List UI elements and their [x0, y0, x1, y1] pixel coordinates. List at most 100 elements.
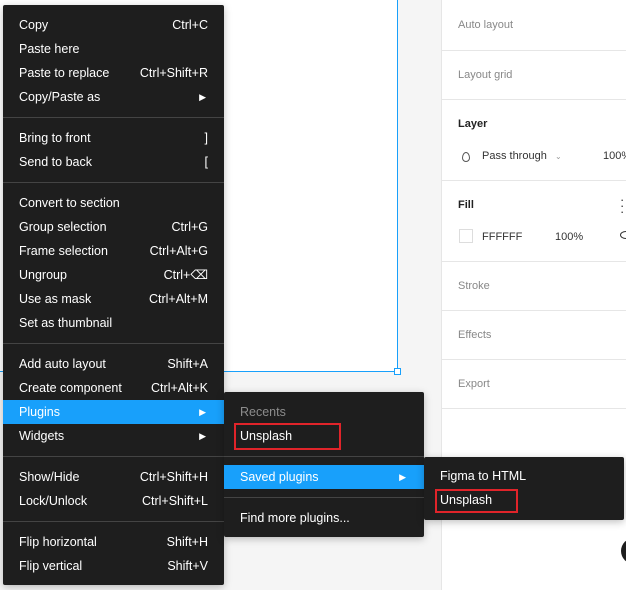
menu-item-shortcut: Shift+A	[167, 357, 208, 371]
menu-item-label: Flip vertical	[19, 559, 83, 573]
stroke-section[interactable]: Stroke	[442, 262, 626, 311]
menu-item-label: Send to back	[19, 155, 92, 169]
menu-item-shortcut: Shift+H	[166, 535, 208, 549]
menu-item-label: Set as thumbnail	[19, 316, 113, 330]
fill-hex-value[interactable]: FFFFFF	[482, 231, 522, 243]
submenu-arrow-icon: ▶	[199, 92, 206, 102]
blend-mode-select[interactable]: Pass through	[482, 150, 547, 162]
plugins-submenu: Recents Unsplash Saved plugins ▶ Find mo…	[224, 392, 424, 537]
menu-item-paste-here[interactable]: Paste here	[3, 37, 224, 61]
auto-layout-title: Auto layout	[458, 19, 514, 31]
menu-item-shortcut: Ctrl+Alt+G	[149, 244, 208, 258]
menu-item-lock-unlock[interactable]: Lock/Unlock Ctrl+Shift+L	[3, 489, 224, 513]
menu-item-frame-selection[interactable]: Frame selection Ctrl+Alt+G	[3, 239, 224, 263]
menu-item-saved-plugins[interactable]: Saved plugins ▶	[224, 465, 424, 489]
menu-item-label: Figma to HTML	[440, 469, 527, 483]
highlight-box	[234, 423, 341, 450]
more-vertical-icon[interactable]: · · ·	[620, 193, 624, 218]
export-title: Export	[458, 378, 490, 390]
menu-separator	[224, 497, 424, 498]
fill-section: Fill	[442, 181, 626, 262]
menu-item-label: Find more plugins...	[240, 511, 350, 525]
menu-item-label: Paste here	[19, 42, 80, 56]
menu-item-paste-to-replace[interactable]: Paste to replace Ctrl+Shift+R	[3, 61, 224, 85]
menu-item-label: Bring to front	[19, 131, 91, 145]
submenu-arrow-icon: ▶	[199, 407, 206, 417]
menu-item-shortcut: [	[204, 155, 208, 169]
menu-item-shortcut: Ctrl+Alt+M	[148, 292, 208, 306]
menu-item-label: Flip horizontal	[19, 535, 97, 549]
menu-item-group-selection[interactable]: Group selection Ctrl+G	[3, 215, 224, 239]
menu-item-label: Convert to section	[19, 196, 120, 210]
menu-item-copy-paste-as[interactable]: Copy/Paste as ▶	[3, 85, 224, 109]
menu-item-shortcut: Ctrl+Shift+L	[141, 494, 208, 508]
menu-item-label: Group selection	[19, 220, 107, 234]
menu-item-label: Lock/Unlock	[19, 494, 88, 508]
chevron-down-icon: ⌄	[555, 152, 562, 161]
menu-item-label: Show/Hide	[19, 470, 80, 484]
menu-item-label: Saved plugins	[240, 470, 319, 484]
effects-title: Effects	[458, 329, 492, 341]
menu-item-show-hide[interactable]: Show/Hide Ctrl+Shift+H	[3, 465, 224, 489]
menu-item-label: Copy	[19, 18, 49, 32]
menu-item-convert-to-section[interactable]: Convert to section	[3, 191, 224, 215]
menu-item-label: Widgets	[19, 429, 65, 443]
submenu-arrow-icon: ▶	[399, 472, 406, 482]
menu-item-use-as-mask[interactable]: Use as mask Ctrl+Alt+M	[3, 287, 224, 311]
layer-title: Layer	[458, 118, 488, 130]
menu-item-shortcut: Ctrl+C	[172, 18, 208, 32]
layout-grid-section[interactable]: Layout grid	[442, 51, 626, 100]
menu-item-label: Create component	[19, 381, 122, 395]
export-section[interactable]: Export	[442, 360, 626, 409]
menu-item-shortcut: Shift+V	[167, 559, 208, 573]
menu-item-find-more-plugins[interactable]: Find more plugins...	[224, 506, 424, 530]
stroke-title: Stroke	[458, 280, 490, 292]
recents-header: Recents	[240, 405, 286, 419]
menu-item-shortcut: Ctrl+Shift+R	[139, 66, 208, 80]
effects-section[interactable]: Effects	[442, 311, 626, 360]
plugin-figma-to-html[interactable]: Figma to HTML	[424, 464, 624, 488]
menu-item-label: Paste to replace	[19, 66, 110, 80]
submenu-arrow-icon: ▶	[199, 431, 206, 441]
menu-item-widgets[interactable]: Widgets ▶	[3, 424, 224, 448]
layer-opacity[interactable]: 100%	[603, 150, 626, 162]
menu-separator	[3, 117, 224, 118]
menu-item-shortcut: Ctrl+G	[171, 220, 208, 234]
menu-item-label: Frame selection	[19, 244, 108, 258]
blend-mode-icon	[462, 152, 470, 162]
menu-item-shortcut: ]	[204, 131, 208, 145]
auto-layout-section[interactable]: Auto layout	[442, 0, 626, 51]
layer-section: Layer	[442, 100, 626, 181]
menu-item-flip-horizontal[interactable]: Flip horizontal Shift+H	[3, 530, 224, 554]
menu-item-label: Ungroup	[19, 268, 67, 282]
menu-item-send-to-back[interactable]: Send to back [	[3, 150, 224, 174]
menu-item-bring-to-front[interactable]: Bring to front ]	[3, 126, 224, 150]
menu-item-copy[interactable]: Copy Ctrl+C	[3, 13, 224, 37]
menu-separator	[3, 343, 224, 344]
menu-item-set-as-thumbnail[interactable]: Set as thumbnail	[3, 311, 224, 335]
saved-plugins-submenu: Figma to HTML Unsplash	[424, 457, 624, 520]
menu-separator	[224, 456, 424, 457]
menu-separator	[3, 521, 224, 522]
menu-item-label: Add auto layout	[19, 357, 106, 371]
menu-separator	[3, 182, 224, 183]
menu-item-label: Copy/Paste as	[19, 90, 101, 104]
resize-handle[interactable]	[394, 368, 401, 375]
highlight-box	[435, 489, 518, 513]
context-menu: Copy Ctrl+C Paste here Paste to replace …	[3, 5, 224, 585]
menu-separator	[3, 456, 224, 457]
menu-item-ungroup[interactable]: Ungroup Ctrl+⌫	[3, 263, 224, 287]
fill-opacity[interactable]: 100%	[555, 231, 583, 243]
layout-grid-title: Layout grid	[458, 69, 513, 81]
menu-item-shortcut: Ctrl+⌫	[163, 268, 208, 282]
menu-item-label: Plugins	[19, 405, 60, 419]
menu-item-plugins[interactable]: Plugins ▶	[3, 400, 224, 424]
menu-item-add-auto-layout[interactable]: Add auto layout Shift+A	[3, 352, 224, 376]
menu-item-shortcut: Ctrl+Shift+H	[139, 470, 208, 484]
fill-title: Fill	[458, 199, 474, 211]
menu-item-create-component[interactable]: Create component Ctrl+Alt+K	[3, 376, 224, 400]
fill-color-swatch[interactable]	[459, 229, 473, 243]
menu-item-label: Use as mask	[19, 292, 92, 306]
eye-icon[interactable]	[620, 231, 626, 239]
menu-item-flip-vertical[interactable]: Flip vertical Shift+V	[3, 554, 224, 578]
